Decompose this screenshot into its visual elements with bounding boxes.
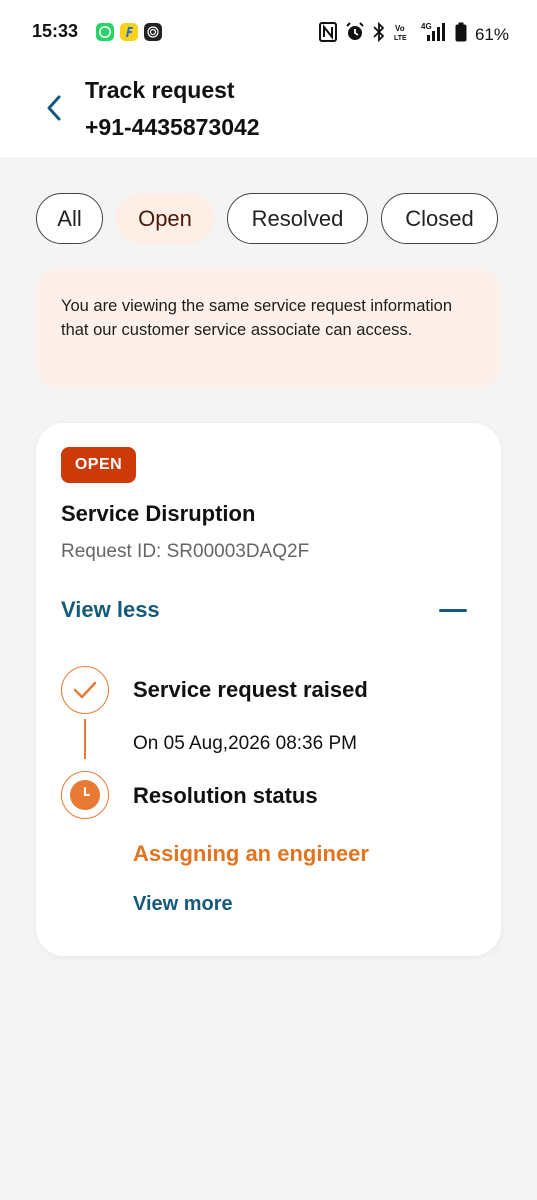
collapse-button[interactable] <box>438 598 468 622</box>
minus-icon <box>439 608 467 612</box>
status-badge: OPEN <box>61 447 136 483</box>
battery-level: 61% <box>474 24 509 44</box>
flipkart-icon <box>120 23 138 41</box>
info-message: You are viewing the same service request… <box>36 268 501 389</box>
request-title: Service Disruption <box>61 501 256 526</box>
battery-icon <box>455 22 467 47</box>
volte-icon: Vo LTE <box>393 22 413 47</box>
nfc-icon <box>318 22 337 47</box>
request-card: OPEN Service Disruption Request ID: SR00… <box>36 423 501 956</box>
app-header: Track request +91-4435873042 <box>0 64 537 157</box>
status-indicators: Vo LTE 4G 61% <box>318 21 509 48</box>
clock-icon <box>70 780 100 810</box>
check-icon <box>73 681 97 699</box>
chevron-left-icon <box>47 95 61 121</box>
bluetooth-icon <box>373 21 385 47</box>
back-button[interactable] <box>36 90 72 126</box>
alarm-icon <box>345 22 365 47</box>
resolution-status-text: Assigning an engineer <box>133 841 369 866</box>
info-message-text: You are viewing the same service request… <box>61 297 453 339</box>
phone-number: +91-4435873042 <box>85 114 260 140</box>
status-bar: 15:33 Vo LTE 4G 61% <box>0 0 537 64</box>
step-resolution-icon <box>61 771 109 819</box>
timeline-connector <box>84 719 86 759</box>
step-title: Service request raised <box>133 677 368 702</box>
whatsapp-icon <box>96 23 114 41</box>
fingerprint-app-icon <box>144 23 162 41</box>
request-id: Request ID: SR00003DAQ2F <box>61 541 310 562</box>
svg-text:Vo: Vo <box>395 24 405 33</box>
filter-chip-open[interactable]: Open <box>116 193 214 244</box>
filter-chip-all[interactable]: All <box>36 193 103 244</box>
svg-text:4G: 4G <box>421 22 432 31</box>
step-raised-icon <box>61 666 109 714</box>
signal-icon: 4G <box>421 21 447 48</box>
filter-chip-resolved[interactable]: Resolved <box>227 193 368 244</box>
view-more-link[interactable]: View more <box>133 893 233 916</box>
svg-text:LTE: LTE <box>394 35 407 42</box>
step-date: On 05 Aug,2026 08:36 PM <box>133 733 357 754</box>
page-title: Track request <box>85 77 235 103</box>
status-time: 15:33 <box>32 21 79 41</box>
step-title: Resolution status <box>133 783 318 808</box>
view-less-link[interactable]: View less <box>61 597 160 623</box>
filter-chip-closed[interactable]: Closed <box>381 193 498 244</box>
